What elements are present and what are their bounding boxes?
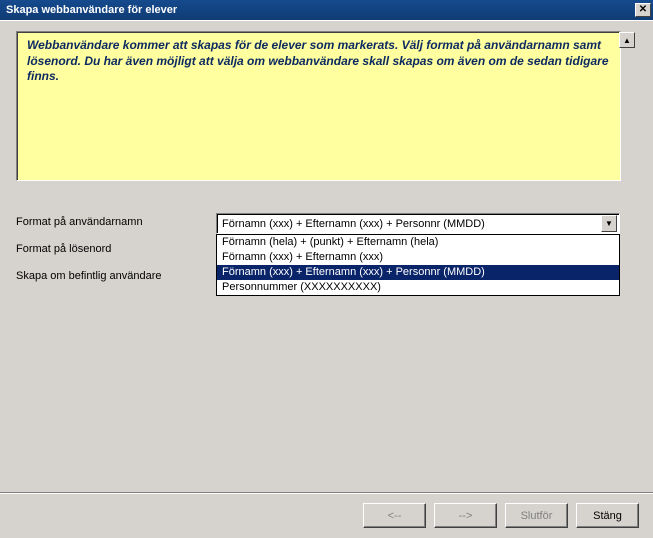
window-title: Skapa webbanvändare för elever — [6, 4, 635, 16]
button-separator — [0, 492, 653, 494]
window-titlebar: Skapa webbanvändare för elever ✕ — [0, 0, 653, 20]
finish-button[interactable]: Slutför — [505, 503, 568, 528]
select-dropdown-button[interactable]: ▼ — [601, 215, 617, 232]
password-format-label: Format på lösenord — [16, 243, 216, 255]
dropdown-item[interactable]: Förnamn (xxx) + Efternamn (xxx) + Person… — [217, 265, 619, 280]
username-format-dropdown[interactable]: Förnamn (hela) + (punkt) + Efternamn (he… — [216, 234, 620, 296]
dropdown-item[interactable]: Förnamn (hela) + (punkt) + Efternamn (he… — [217, 235, 619, 250]
dropdown-item[interactable]: Personnummer (XXXXXXXXXX) — [217, 280, 619, 295]
info-text: Webbanvändare kommer att skapas för de e… — [27, 38, 609, 83]
close-button[interactable]: Stäng — [576, 503, 639, 528]
username-format-label: Format på användarnamn — [16, 216, 216, 228]
back-button-label: <-- — [388, 510, 402, 522]
dialog-content: Webbanvändare kommer att skapas för de e… — [0, 20, 653, 538]
window-close-button[interactable]: ✕ — [635, 3, 651, 17]
password-format-row: Format på lösenord — [16, 243, 216, 255]
username-format-row: Format på användarnamn — [16, 216, 216, 228]
close-icon: ✕ — [639, 5, 647, 15]
next-button-label: --> — [459, 510, 473, 522]
chevron-up-icon: ▲ — [623, 36, 631, 45]
close-button-label: Stäng — [593, 510, 622, 522]
recreate-existing-row: Skapa om befintlig användare — [16, 270, 216, 282]
dropdown-item[interactable]: Förnamn (xxx) + Efternamn (xxx) — [217, 250, 619, 265]
finish-button-label: Slutför — [521, 510, 553, 522]
wizard-button-row: <-- --> Slutför Stäng — [363, 503, 639, 528]
next-button[interactable]: --> — [434, 503, 497, 528]
chevron-down-icon: ▼ — [605, 219, 613, 228]
info-panel: Webbanvändare kommer att skapas för de e… — [16, 31, 621, 181]
recreate-existing-label: Skapa om befintlig användare — [16, 270, 216, 282]
back-button[interactable]: <-- — [363, 503, 426, 528]
info-scroll-up-button[interactable]: ▲ — [619, 32, 635, 48]
username-format-select[interactable]: Förnamn (xxx) + Efternamn (xxx) + Person… — [216, 213, 620, 234]
select-value-text: Förnamn (xxx) + Efternamn (xxx) + Person… — [219, 218, 601, 230]
